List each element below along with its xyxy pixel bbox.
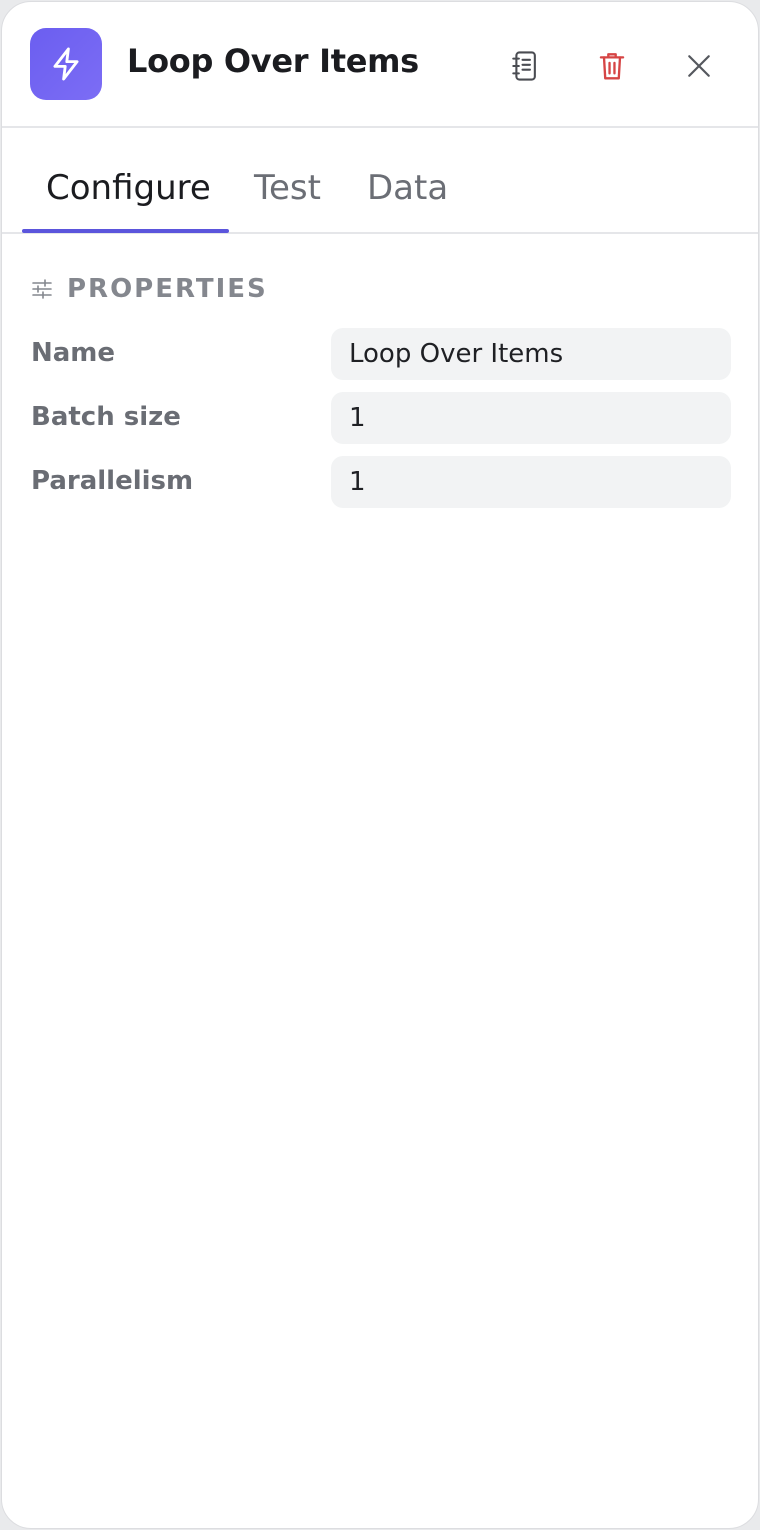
properties-section-header: PROPERTIES — [31, 272, 268, 306]
close-button[interactable] — [675, 42, 723, 90]
batch-size-label: Batch size — [31, 402, 181, 432]
tab-data[interactable]: Data — [367, 168, 448, 208]
panel-header: Loop Over Items — [2, 2, 758, 128]
node-title: Loop Over Items — [127, 42, 419, 80]
active-tab-indicator — [22, 229, 229, 233]
notebook-icon — [512, 51, 536, 81]
properties-section-title: PROPERTIES — [67, 274, 268, 304]
batch-size-input[interactable] — [331, 392, 731, 444]
sliders-icon — [32, 279, 52, 299]
notes-button[interactable] — [501, 42, 549, 90]
tab-bar: Configure Test Data — [2, 130, 758, 234]
tab-configure[interactable]: Configure — [46, 168, 211, 208]
node-settings-panel: Loop Over Items Configure Test Data PROP… — [1, 1, 759, 1529]
parallelism-label: Parallelism — [31, 466, 194, 496]
delete-button[interactable] — [588, 42, 636, 90]
lightning-bolt-icon — [53, 47, 79, 81]
tab-test[interactable]: Test — [254, 168, 321, 208]
name-input[interactable] — [331, 328, 731, 380]
parallelism-input[interactable] — [331, 456, 731, 508]
close-icon — [688, 55, 710, 77]
node-type-badge — [30, 28, 102, 100]
name-label: Name — [31, 338, 116, 368]
trash-icon — [599, 53, 625, 80]
